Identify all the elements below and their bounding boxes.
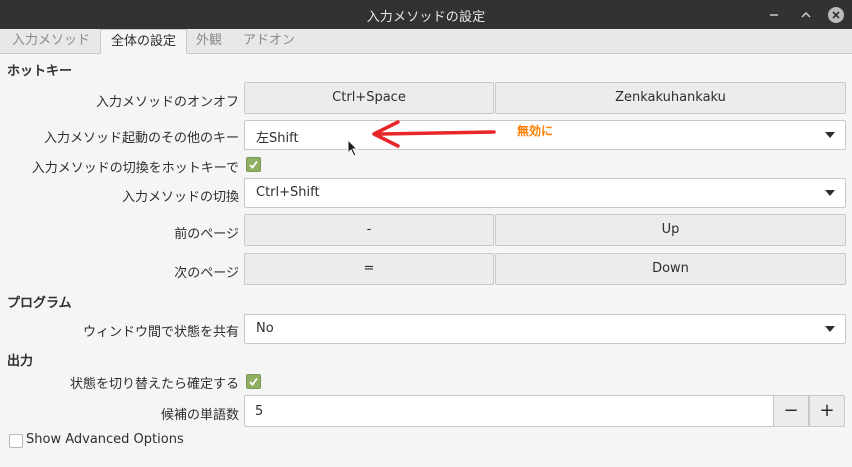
annotation-text: 無効に: [517, 124, 554, 138]
prev-page-key1-button[interactable]: -: [244, 214, 494, 246]
maximize-button[interactable]: [797, 6, 815, 24]
toggle-im-label: 入力メソッドのオンオフ: [95, 95, 239, 110]
mouse-cursor-icon: [347, 139, 359, 157]
next-page-key2-button[interactable]: Down: [495, 253, 846, 285]
other-trigger-label: 入力メソッド起動のその他のキー: [43, 131, 239, 146]
toggle-im-key1-button[interactable]: Ctrl+Space: [244, 82, 494, 114]
tab-bar: 入力メソッド 全体の設定 外観 アドオン: [0, 29, 852, 54]
next-page-label: 次のページ: [174, 266, 239, 281]
increment-button[interactable]: +: [809, 395, 845, 427]
title-bar: 入力メソッドの設定: [0, 0, 852, 29]
share-state-value: No: [256, 321, 274, 336]
enable-hotkey-switch-label: 入力メソッドの切換をホットキーで: [31, 161, 239, 176]
checkmark-icon: [249, 160, 258, 169]
annotation-arrow-icon: [372, 120, 496, 148]
close-button[interactable]: [827, 6, 845, 24]
candidate-count-input[interactable]: 5: [244, 395, 774, 427]
minimize-button[interactable]: [765, 6, 783, 24]
decrement-button[interactable]: −: [773, 395, 809, 427]
tab-addons[interactable]: アドオン: [233, 29, 305, 53]
checkmark-icon: [249, 377, 258, 386]
next-page-key1-button[interactable]: =: [244, 253, 494, 285]
tab-global-config[interactable]: 全体の設定: [100, 29, 188, 54]
prev-page-label: 前のページ: [174, 227, 239, 242]
switch-im-value: Ctrl+Shift: [256, 185, 320, 200]
candidate-count-value: 5: [255, 404, 264, 419]
section-program: プログラム: [7, 296, 72, 311]
maximize-icon: [801, 11, 811, 18]
other-trigger-value: 左Shift: [256, 131, 299, 146]
section-output: 出力: [7, 354, 34, 369]
switch-im-combo[interactable]: Ctrl+Shift: [244, 178, 846, 208]
dropdown-arrow-icon: [825, 190, 835, 196]
window-title: 入力メソッドの設定: [366, 10, 486, 25]
dropdown-arrow-icon: [825, 132, 835, 138]
show-advanced-label[interactable]: Show Advanced Options: [26, 432, 184, 447]
candidate-count-label: 候補の単語数: [160, 408, 239, 423]
close-icon: [832, 11, 840, 19]
prev-page-key2-button[interactable]: Up: [495, 214, 846, 246]
toggle-im-key2-button[interactable]: Zenkakuhankaku: [495, 82, 846, 114]
share-state-label: ウィンドウ間で状態を共有: [82, 325, 239, 340]
commit-on-switch-checkbox[interactable]: [246, 374, 261, 389]
show-advanced-checkbox[interactable]: [9, 434, 23, 448]
minimize-icon: [770, 14, 778, 16]
commit-on-switch-label: 状態を切り替えたら確定する: [69, 377, 239, 392]
switch-im-label: 入力メソッドの切換: [121, 190, 239, 205]
tab-input-method[interactable]: 入力メソッド: [2, 29, 100, 53]
share-state-combo[interactable]: No: [244, 314, 846, 344]
tab-appearance[interactable]: 外観: [186, 29, 232, 53]
enable-hotkey-switch-checkbox[interactable]: [246, 157, 261, 172]
dropdown-arrow-icon: [825, 326, 835, 332]
section-hotkey: ホットキー: [7, 64, 73, 79]
